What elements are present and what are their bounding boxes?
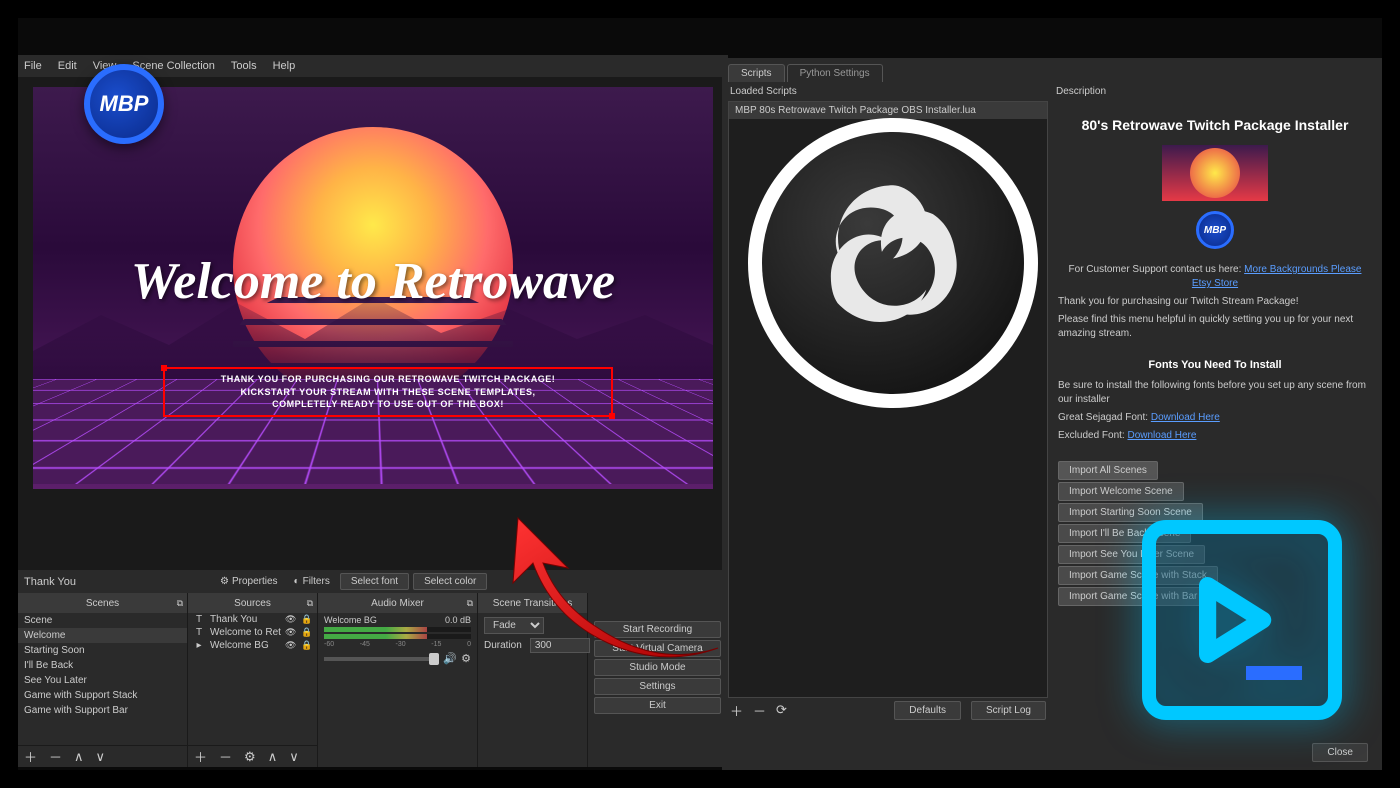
package-preview-image — [1162, 145, 1268, 201]
popout-icon[interactable]: ⧉ — [467, 598, 473, 609]
menu-help[interactable]: Help — [273, 60, 296, 72]
add-scene-button[interactable]: ＋ — [24, 747, 37, 766]
move-down-icon[interactable]: ∨ — [96, 749, 106, 765]
script-log-button[interactable]: Script Log — [971, 701, 1046, 720]
source-item[interactable]: ▸Welcome BG👁🔒 — [188, 639, 317, 652]
scene-item[interactable]: I'll Be Back — [18, 658, 187, 673]
selected-source-label: Thank You — [24, 576, 214, 588]
audio-meter — [324, 634, 471, 639]
move-up-icon[interactable]: ∧ — [74, 749, 84, 765]
import-all-scenes-button[interactable]: Import All Scenes — [1058, 461, 1158, 480]
thank-line-1: THANK YOU FOR PURCHASING OUR RETROWAVE T… — [173, 373, 603, 386]
exit-button[interactable]: Exit — [594, 697, 721, 714]
defaults-button[interactable]: Defaults — [894, 701, 961, 720]
lock-icon[interactable]: 🔒 — [301, 627, 313, 638]
add-source-button[interactable]: ＋ — [194, 747, 207, 766]
menu-file[interactable]: File — [24, 60, 42, 72]
preview-area[interactable]: Welcome to Retrowave THANK YOU FOR PURCH… — [18, 77, 728, 569]
remove-source-button[interactable]: － — [219, 747, 232, 766]
script-icon-overlay — [1142, 520, 1342, 720]
scenes-list[interactable]: Scene Welcome Starting Soon I'll Be Back… — [18, 613, 187, 745]
menu-edit[interactable]: Edit — [58, 60, 77, 72]
close-button[interactable]: Close — [1312, 743, 1368, 762]
audio-mixer-dock: Audio Mixer⧉ Welcome BG0.0 dB -60-45-30-… — [318, 593, 478, 767]
select-color-button[interactable]: Select color — [413, 573, 487, 590]
thank-line-2: KICKSTART YOUR STREAM WITH THESE SCENE T… — [173, 386, 603, 399]
source-item[interactable]: TThank You👁🔒 — [188, 613, 317, 626]
sources-header: Sources⧉ — [188, 593, 317, 613]
font2-download-link[interactable]: Download Here — [1127, 430, 1196, 441]
tab-scripts[interactable]: Scripts — [728, 64, 785, 82]
volume-slider[interactable] — [324, 657, 439, 661]
mixer-channel: Welcome BG0.0 dB -60-45-30-150 🔊 ⚙ — [318, 613, 477, 667]
scene-item[interactable]: Scene — [18, 613, 187, 628]
source-settings-icon[interactable]: ⚙ — [244, 749, 256, 765]
sources-footer: ＋ － ⚙ ∧ ∨ — [188, 745, 317, 767]
script-item[interactable]: MBP 80s Retrowave Twitch Package OBS Ins… — [729, 102, 1047, 119]
font1-download-link[interactable]: Download Here — [1151, 412, 1220, 423]
scenes-header: Scenes⧉ — [18, 593, 187, 613]
popout-icon[interactable]: ⧉ — [307, 598, 313, 609]
move-down-icon[interactable]: ∨ — [289, 749, 299, 765]
scene-item[interactable]: Game with Support Bar — [18, 703, 187, 718]
move-up-icon[interactable]: ∧ — [268, 749, 278, 765]
scene-item[interactable]: Game with Support Stack — [18, 688, 187, 703]
red-arrow-overlay — [498, 508, 738, 668]
mute-icon[interactable]: 🔊 — [443, 652, 457, 665]
thank-line: Thank you for purchasing our Twitch Stre… — [1058, 295, 1372, 309]
mixer-header: Audio Mixer⧉ — [318, 593, 477, 613]
font2-line: Excluded Font: Download Here — [1058, 429, 1372, 443]
installer-title: 80's Retrowave Twitch Package Installer — [1058, 117, 1372, 133]
loaded-scripts-label: Loaded Scripts — [728, 82, 1048, 101]
preview-canvas: Welcome to Retrowave THANK YOU FOR PURCH… — [33, 87, 713, 489]
settings-button[interactable]: Settings — [594, 678, 721, 695]
visibility-icon[interactable]: 👁 — [285, 640, 297, 651]
support-line: For Customer Support contact us here: Mo… — [1058, 263, 1372, 291]
font1-line: Great Sejagad Font: Download Here — [1058, 411, 1372, 425]
source-item[interactable]: TWelcome to Retrowave👁🔒 — [188, 626, 317, 639]
channel-settings-icon[interactable]: ⚙ — [461, 652, 471, 665]
scripts-toolbar: ＋ － ⟳ Defaults Script Log — [728, 698, 1048, 722]
sources-list[interactable]: TThank You👁🔒 TWelcome to Retrowave👁🔒 ▸We… — [188, 613, 317, 745]
scenes-dock: Scenes⧉ Scene Welcome Starting Soon I'll… — [18, 593, 188, 767]
media-source-icon: ▸ — [192, 640, 206, 651]
remove-scene-button[interactable]: － — [49, 747, 62, 766]
sources-dock: Sources⧉ TThank You👁🔒 TWelcome to Retrow… — [188, 593, 318, 767]
add-script-button[interactable]: ＋ — [730, 701, 743, 720]
visibility-icon[interactable]: 👁 — [285, 627, 297, 638]
reload-script-button[interactable]: ⟳ — [776, 702, 787, 718]
text-source-icon: T — [192, 627, 206, 638]
tab-strip: Scripts Python Settings — [722, 58, 1382, 82]
mixer-body: Welcome BG0.0 dB -60-45-30-150 🔊 ⚙ — [318, 613, 477, 767]
visibility-icon[interactable]: 👁 — [285, 614, 297, 625]
fonts-note: Be sure to install the following fonts b… — [1058, 379, 1372, 407]
properties-button[interactable]: ⚙ Properties — [214, 576, 284, 587]
fonts-heading: Fonts You Need To Install — [1058, 359, 1372, 371]
obs-logo-overlay — [748, 118, 1038, 408]
scenes-footer: ＋ － ∧ ∨ — [18, 745, 187, 767]
welcome-text: Welcome to Retrowave — [33, 252, 713, 311]
remove-script-button[interactable]: － — [753, 701, 766, 720]
mbp-logo-overlay: MBP — [84, 64, 164, 144]
tab-python-settings[interactable]: Python Settings — [787, 64, 883, 82]
scene-item[interactable]: See You Later — [18, 673, 187, 688]
helpful-line: Please find this menu helpful in quickly… — [1058, 313, 1372, 341]
lock-icon[interactable]: 🔒 — [301, 640, 313, 651]
filters-button[interactable]: ◐ Filters — [288, 576, 336, 587]
popout-icon[interactable]: ⧉ — [177, 598, 183, 609]
text-source-icon: T — [192, 614, 206, 625]
mbp-logo-small: MBP — [1196, 211, 1234, 249]
meter-scale: -60-45-30-150 — [324, 641, 471, 648]
select-font-button[interactable]: Select font — [340, 573, 409, 590]
thank-line-3: COMPLETELY READY TO USE OUT OF THE BOX! — [173, 398, 603, 411]
scene-item[interactable]: Starting Soon — [18, 643, 187, 658]
audio-meter — [324, 627, 471, 632]
scene-item[interactable]: Welcome — [18, 628, 187, 643]
description-label: Description — [1054, 82, 1376, 101]
selected-text-source[interactable]: THANK YOU FOR PURCHASING OUR RETROWAVE T… — [163, 367, 613, 417]
import-welcome-button[interactable]: Import Welcome Scene — [1058, 482, 1184, 501]
menu-tools[interactable]: Tools — [231, 60, 257, 72]
lock-icon[interactable]: 🔒 — [301, 614, 313, 625]
